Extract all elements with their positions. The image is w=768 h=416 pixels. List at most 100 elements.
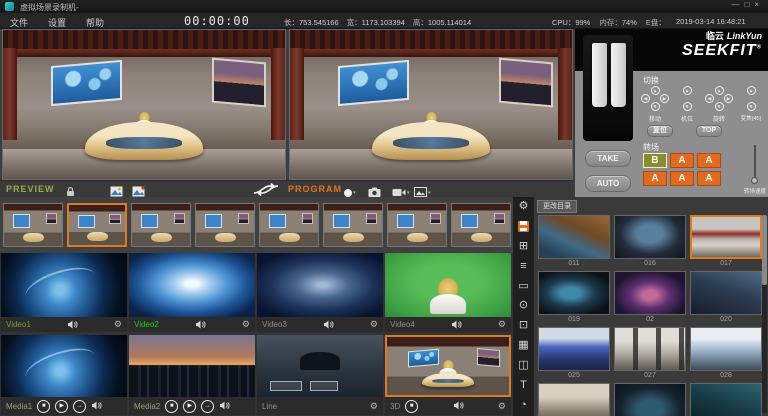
source-settings-icon[interactable]: ⚙ xyxy=(498,320,506,329)
output-icon[interactable]: ⊙ xyxy=(513,296,534,316)
move-down-button[interactable]: ▼ xyxy=(651,102,660,111)
scene-thumbnail[interactable] xyxy=(387,203,447,247)
gallery-item[interactable]: 027 xyxy=(614,327,686,383)
gallery-item[interactable]: 011 xyxy=(538,215,610,271)
news-desk xyxy=(372,122,490,159)
gallery-scrollbar[interactable] xyxy=(762,215,767,413)
media2-thumbnail[interactable] xyxy=(129,335,255,397)
stop-button[interactable]: ■ xyxy=(37,400,50,413)
source-settings-icon[interactable]: ⚙ xyxy=(114,320,122,329)
maximize-button[interactable]: □ xyxy=(744,0,754,9)
top-button[interactable]: TOP xyxy=(696,125,722,137)
window-icon[interactable]: ◫ xyxy=(513,356,534,376)
playlist-icon[interactable]: ≡ xyxy=(513,257,534,277)
volume-icon[interactable] xyxy=(91,397,102,415)
source-settings-icon[interactable]: ⚙ xyxy=(498,402,506,411)
volume-icon[interactable] xyxy=(453,397,464,415)
scene-thumbnail[interactable] xyxy=(131,203,191,247)
stop-button[interactable]: ■ xyxy=(405,400,418,413)
t-bar-handle-left[interactable] xyxy=(592,43,607,107)
next-button[interactable]: → xyxy=(201,400,214,413)
position-down-button[interactable]: ▼ xyxy=(683,102,692,111)
gallery-item-selected[interactable]: 017 xyxy=(690,215,762,271)
gallery-item[interactable]: 025 xyxy=(538,327,610,383)
scene-thumbnail[interactable] xyxy=(195,203,255,247)
zoom-in-button[interactable]: ▲ xyxy=(747,86,756,95)
play-button[interactable]: ▶ xyxy=(183,400,196,413)
gallery-item[interactable] xyxy=(614,383,686,416)
menu-help[interactable]: 帮助 xyxy=(86,16,104,29)
menu-settings[interactable]: 设置 xyxy=(48,16,66,29)
image-icon[interactable]: ▦ xyxy=(513,336,534,356)
video1-thumbnail[interactable] xyxy=(1,253,127,317)
title-icon[interactable]: ⊡ xyxy=(513,316,534,336)
save-icon[interactable] xyxy=(513,217,534,237)
transition-a-button[interactable]: A xyxy=(670,153,694,168)
next-button[interactable]: → xyxy=(73,400,86,413)
gallery-item[interactable] xyxy=(690,383,762,416)
scrollbar-thumb[interactable] xyxy=(762,215,767,285)
settings-icon[interactable]: ⚙ xyxy=(513,197,534,217)
scene-thumbnail-selected[interactable] xyxy=(67,203,127,247)
move-up-button[interactable]: ▲ xyxy=(651,86,660,95)
video4-thumbnail[interactable] xyxy=(385,253,511,317)
zoom-out-button[interactable]: ▼ xyxy=(747,102,756,111)
volume-icon[interactable] xyxy=(323,316,334,334)
transition-speed-slider[interactable] xyxy=(751,145,758,185)
video3-thumbnail[interactable] xyxy=(257,253,383,317)
position-pad: ▲ ▼ xyxy=(673,86,701,112)
volume-icon[interactable] xyxy=(219,397,230,415)
scene-thumbnail[interactable] xyxy=(451,203,511,247)
video2-thumbnail[interactable] xyxy=(129,253,255,317)
position-up-button[interactable]: ▲ xyxy=(683,86,692,95)
volume-icon[interactable] xyxy=(67,316,78,334)
auto-button[interactable]: AUTO xyxy=(585,175,631,192)
reset-button[interactable]: 复位 xyxy=(647,125,673,137)
close-button[interactable]: × xyxy=(754,0,764,9)
rotate-left-button[interactable]: ◀ xyxy=(705,94,714,103)
scene-thumbnail[interactable] xyxy=(3,203,63,247)
preview-monitor[interactable] xyxy=(2,29,286,180)
transition-a-button[interactable]: A xyxy=(697,171,721,186)
color-icon[interactable]: ◔ xyxy=(513,396,534,416)
source-settings-icon[interactable]: ⚙ xyxy=(370,402,378,411)
move-left-button[interactable]: ◀ xyxy=(641,94,650,103)
program-monitor[interactable] xyxy=(289,29,573,180)
scene-thumbnail[interactable] xyxy=(323,203,383,247)
gallery-item[interactable]: 02 xyxy=(614,271,686,327)
stop-button[interactable]: ■ xyxy=(165,400,178,413)
transition-a-button[interactable]: A xyxy=(643,171,667,186)
monitor-icon[interactable]: ▭ xyxy=(513,277,534,297)
take-button[interactable]: TAKE xyxy=(585,150,631,167)
volume-icon[interactable] xyxy=(451,316,462,334)
play-button[interactable]: ▶ xyxy=(55,400,68,413)
slider-thumb[interactable] xyxy=(751,177,758,184)
menu-file[interactable]: 文件 xyxy=(10,16,28,29)
media1-thumbnail[interactable] xyxy=(1,335,127,397)
transition-a-button[interactable]: A xyxy=(697,153,721,168)
rotate-down-button[interactable]: ▼ xyxy=(715,102,724,111)
move-right-button[interactable]: ▶ xyxy=(660,94,669,103)
multiview-icon[interactable]: ⊞ xyxy=(513,237,534,257)
rotate-right-button[interactable]: ▶ xyxy=(724,94,733,103)
rotate-up-button[interactable]: ▲ xyxy=(715,86,724,95)
change-directory-button[interactable]: 更改目录 xyxy=(537,200,577,213)
3d-thumbnail-selected[interactable] xyxy=(385,335,511,397)
text-icon[interactable]: T xyxy=(513,376,534,396)
gallery-item[interactable]: 020 xyxy=(690,271,762,327)
gallery-item[interactable]: 019 xyxy=(538,271,610,327)
t-bar-handle-right[interactable] xyxy=(611,43,626,107)
minimize-button[interactable]: — xyxy=(731,0,744,9)
transition-b-button[interactable]: B xyxy=(643,153,667,168)
source-settings-icon[interactable]: ⚙ xyxy=(242,320,250,329)
scene-thumbnail[interactable] xyxy=(259,203,319,247)
transition-a-button[interactable]: A xyxy=(670,171,694,186)
studio-screen-worldmap xyxy=(338,60,409,106)
gallery-item[interactable] xyxy=(538,383,610,416)
line-thumbnail[interactable] xyxy=(257,335,383,397)
volume-icon[interactable] xyxy=(195,316,206,334)
gallery-item[interactable]: 016 xyxy=(614,215,686,271)
source-settings-icon[interactable]: ⚙ xyxy=(370,320,378,329)
t-bar-fader[interactable] xyxy=(583,35,633,141)
gallery-item[interactable]: 028 xyxy=(690,327,762,383)
